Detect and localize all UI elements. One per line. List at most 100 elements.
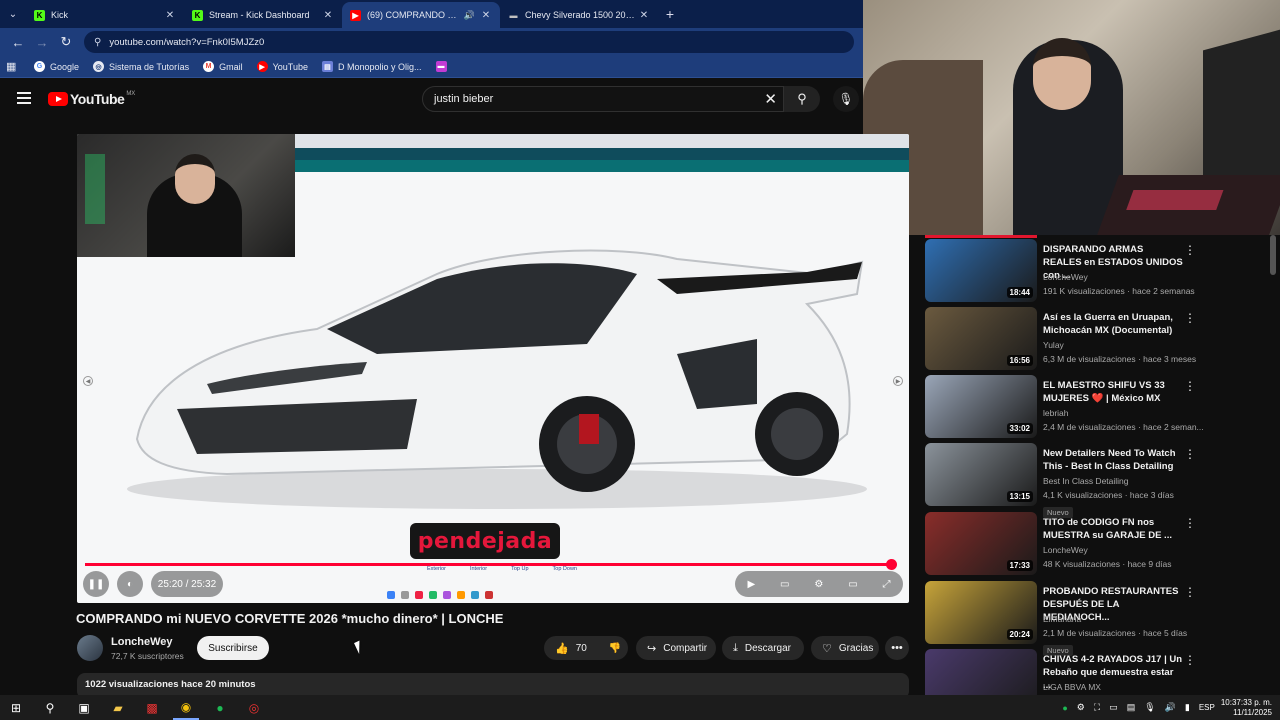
more-options-icon[interactable]: ⋮ [1184,516,1196,530]
thanks-button[interactable]: ♡ Gracias [811,636,879,660]
tab-search-icon[interactable]: ⌄ [0,3,26,25]
video-player[interactable]: ◀ ▶ pendejada Exterior Interior Top Up T… [77,134,909,603]
app-icon[interactable]: ▩ [139,695,165,720]
bookmark-youtube[interactable]: ▶ YouTube [256,61,308,72]
recommendation-channel[interactable]: lebriah [1043,408,1069,418]
channel-avatar[interactable] [77,635,103,661]
language-indicator[interactable]: ESP [1199,703,1215,712]
more-options-icon[interactable]: ⋮ [1184,379,1196,393]
next-image-icon[interactable]: ▶ [893,376,903,386]
download-button[interactable]: ⤓ Descargar [722,636,804,660]
battery-icon[interactable]: ▮ [1185,702,1190,713]
like-button[interactable]: 👍 70 [544,636,598,660]
network-icon[interactable]: ▤ [1127,702,1136,713]
search-icon[interactable]: ⚲ [37,695,63,720]
chrome-icon[interactable]: ◉ [173,695,199,720]
obs-icon[interactable]: ◎ [241,695,267,720]
menu-icon[interactable] [17,92,31,104]
volume-icon[interactable]: 🔊 [1165,702,1176,713]
clock[interactable]: 10:37:33 p. m. 11/11/2025 [1221,698,1272,718]
recommendation-channel[interactable]: Yulay [1043,340,1064,350]
recommendation-channel[interactable]: LoncheWey [1043,545,1088,555]
new-tab-button[interactable]: + [658,6,682,22]
speaker-icon[interactable]: 🔊 [464,10,475,21]
recommendation-item[interactable]: 33:02 EL MAESTRO SHIFU VS 33 MUJERES ❤️ |… [922,373,1272,441]
recommendation-thumbnail[interactable]: 13:15 [925,443,1037,506]
tray-icon[interactable]: ⚙ [1077,702,1085,713]
search-input[interactable]: justin bieber ✕ [422,86,784,112]
back-button[interactable]: ← [6,31,30,53]
autoplay-toggle-icon[interactable]: ▶ [747,579,755,590]
recommendation-thumbnail[interactable]: 20:24 [925,581,1037,644]
bookmark-monopolio[interactable]: ▤ D Monopolio y Olig... [321,61,422,72]
recommendation-channel[interactable]: LoncheWey [1043,272,1088,282]
file-explorer-icon[interactable]: ▰ [105,695,131,720]
recommendation-item[interactable]: 16:56 Así es la Guerra en Uruapan, Michoa… [922,305,1272,373]
close-tab-icon[interactable]: ✕ [322,10,334,21]
scrollbar[interactable] [1270,235,1276,275]
apps-grid-icon[interactable]: ▦ [6,60,20,73]
recommendation-thumbnail[interactable] [925,649,1037,695]
recommendation-thumbnail[interactable]: 33:02 [925,375,1037,438]
close-tab-icon[interactable]: ✕ [480,10,492,21]
recommendation-thumbnail[interactable]: 17:33 [925,512,1037,575]
close-tab-icon[interactable]: ✕ [164,10,176,21]
recommendation-item[interactable]: 13:15 New Detailers Need To Watch This - … [922,441,1272,518]
tab-chevy-silverado[interactable]: ▬ Chevy Silverado 1500 2026 | Camioneta … [500,2,658,28]
more-options-icon[interactable]: ⋮ [1184,447,1196,461]
more-options-icon[interactable]: ⋮ [1184,243,1196,257]
clear-search-icon[interactable]: ✕ [764,90,777,108]
recommendation-item[interactable]: CHIVAS 4-2 RAYADOS J17 | Un Rebaño que d… [922,647,1272,695]
site-info-icon[interactable]: ⚲ [94,37,101,48]
channel-name[interactable]: LoncheWey [111,636,173,648]
subscribe-button[interactable]: Suscribirse [197,636,269,660]
recommendation-item[interactable]: 17:33 TITO de CODIGO FN nos MUESTRA su GA… [922,510,1272,578]
reload-button[interactable]: ↻ [54,31,78,53]
recommendation-thumbnail[interactable]: 16:56 [925,307,1037,370]
share-button[interactable]: ↪ Compartir [636,636,716,660]
youtube-logo[interactable]: YouTube MX [48,91,135,107]
progress-scrubber[interactable] [885,559,897,570]
volume-button[interactable]: ◐ [117,571,143,597]
forward-button[interactable]: → [30,31,54,53]
bookmark-extra[interactable]: ▬ [435,61,452,72]
bookmark-google[interactable]: G Google [34,61,79,72]
recommendation-title[interactable]: EL MAESTRO SHIFU VS 33 MUJERES ❤️ | Méxi… [1043,379,1183,405]
windows-start-icon[interactable]: ⊞ [3,695,29,720]
more-options-icon[interactable]: ⋮ [1184,653,1196,667]
spotify-tray-icon[interactable]: ● [1062,703,1067,713]
more-actions-button[interactable]: ••• [885,636,909,660]
bookmark-gmail[interactable]: M Gmail [203,61,243,72]
recommendation-title[interactable]: New Detailers Need To Watch This - Best … [1043,447,1183,473]
tab-kick[interactable]: K Kick ✕ [26,2,184,28]
video-progress-bar[interactable] [85,559,897,570]
tray-icon[interactable]: ⛶ [1094,702,1100,713]
bookmark-sistema-tutorias[interactable]: ◎ Sistema de Tutorías [93,61,189,72]
theater-mode-icon[interactable]: ▭ [848,579,857,590]
voice-search-button[interactable]: 🎙 [833,86,859,112]
prev-image-icon[interactable]: ◀ [83,376,93,386]
recommendation-title[interactable]: TITO de CODIGO FN nos MUESTRA su GARAJE … [1043,516,1183,542]
more-options-icon[interactable]: ⋮ [1184,585,1196,599]
recommendation-title[interactable]: Así es la Guerra en Uruapan, Michoacán M… [1043,311,1183,337]
recommendation-channel[interactable]: ElMariana [1043,614,1081,624]
more-options-icon[interactable]: ⋮ [1184,311,1196,325]
subtitles-icon[interactable]: ▭ [780,579,789,590]
recommendation-item[interactable]: 18:44 DISPARANDO ARMAS REALES en ESTADOS … [922,237,1272,305]
task-view-icon[interactable]: ▣ [71,695,97,720]
fullscreen-icon[interactable]: ⤢ [883,579,891,590]
address-bar[interactable]: ⚲ youtube.com/watch?v=Fnk0I5MJZz0 [84,31,854,53]
microphone-icon[interactable]: 🎙 [1144,702,1155,713]
pause-button[interactable]: ❚❚ [83,571,109,597]
recommendation-item[interactable]: 20:24 PROBANDO RESTAURANTES DESPUÉS DE LA… [922,579,1272,656]
recommendation-thumbnail[interactable]: 18:44 [925,239,1037,302]
search-button[interactable]: ⚲ [784,86,820,112]
tray-icon[interactable]: ▭ [1109,702,1118,713]
spotify-icon[interactable]: ● [207,695,233,720]
tab-kick-dashboard[interactable]: K Stream - Kick Dashboard ✕ [184,2,342,28]
recommendation-channel[interactable]: Best In Class Detailing [1043,476,1129,486]
tab-youtube-video[interactable]: ▶ (69) COMPRANDO mi NUEVO CORVETTE 2026 … [342,2,500,28]
settings-icon[interactable]: ⚙ [814,579,823,590]
dislike-button[interactable]: 👎 [598,636,632,660]
close-tab-icon[interactable]: ✕ [638,10,650,21]
